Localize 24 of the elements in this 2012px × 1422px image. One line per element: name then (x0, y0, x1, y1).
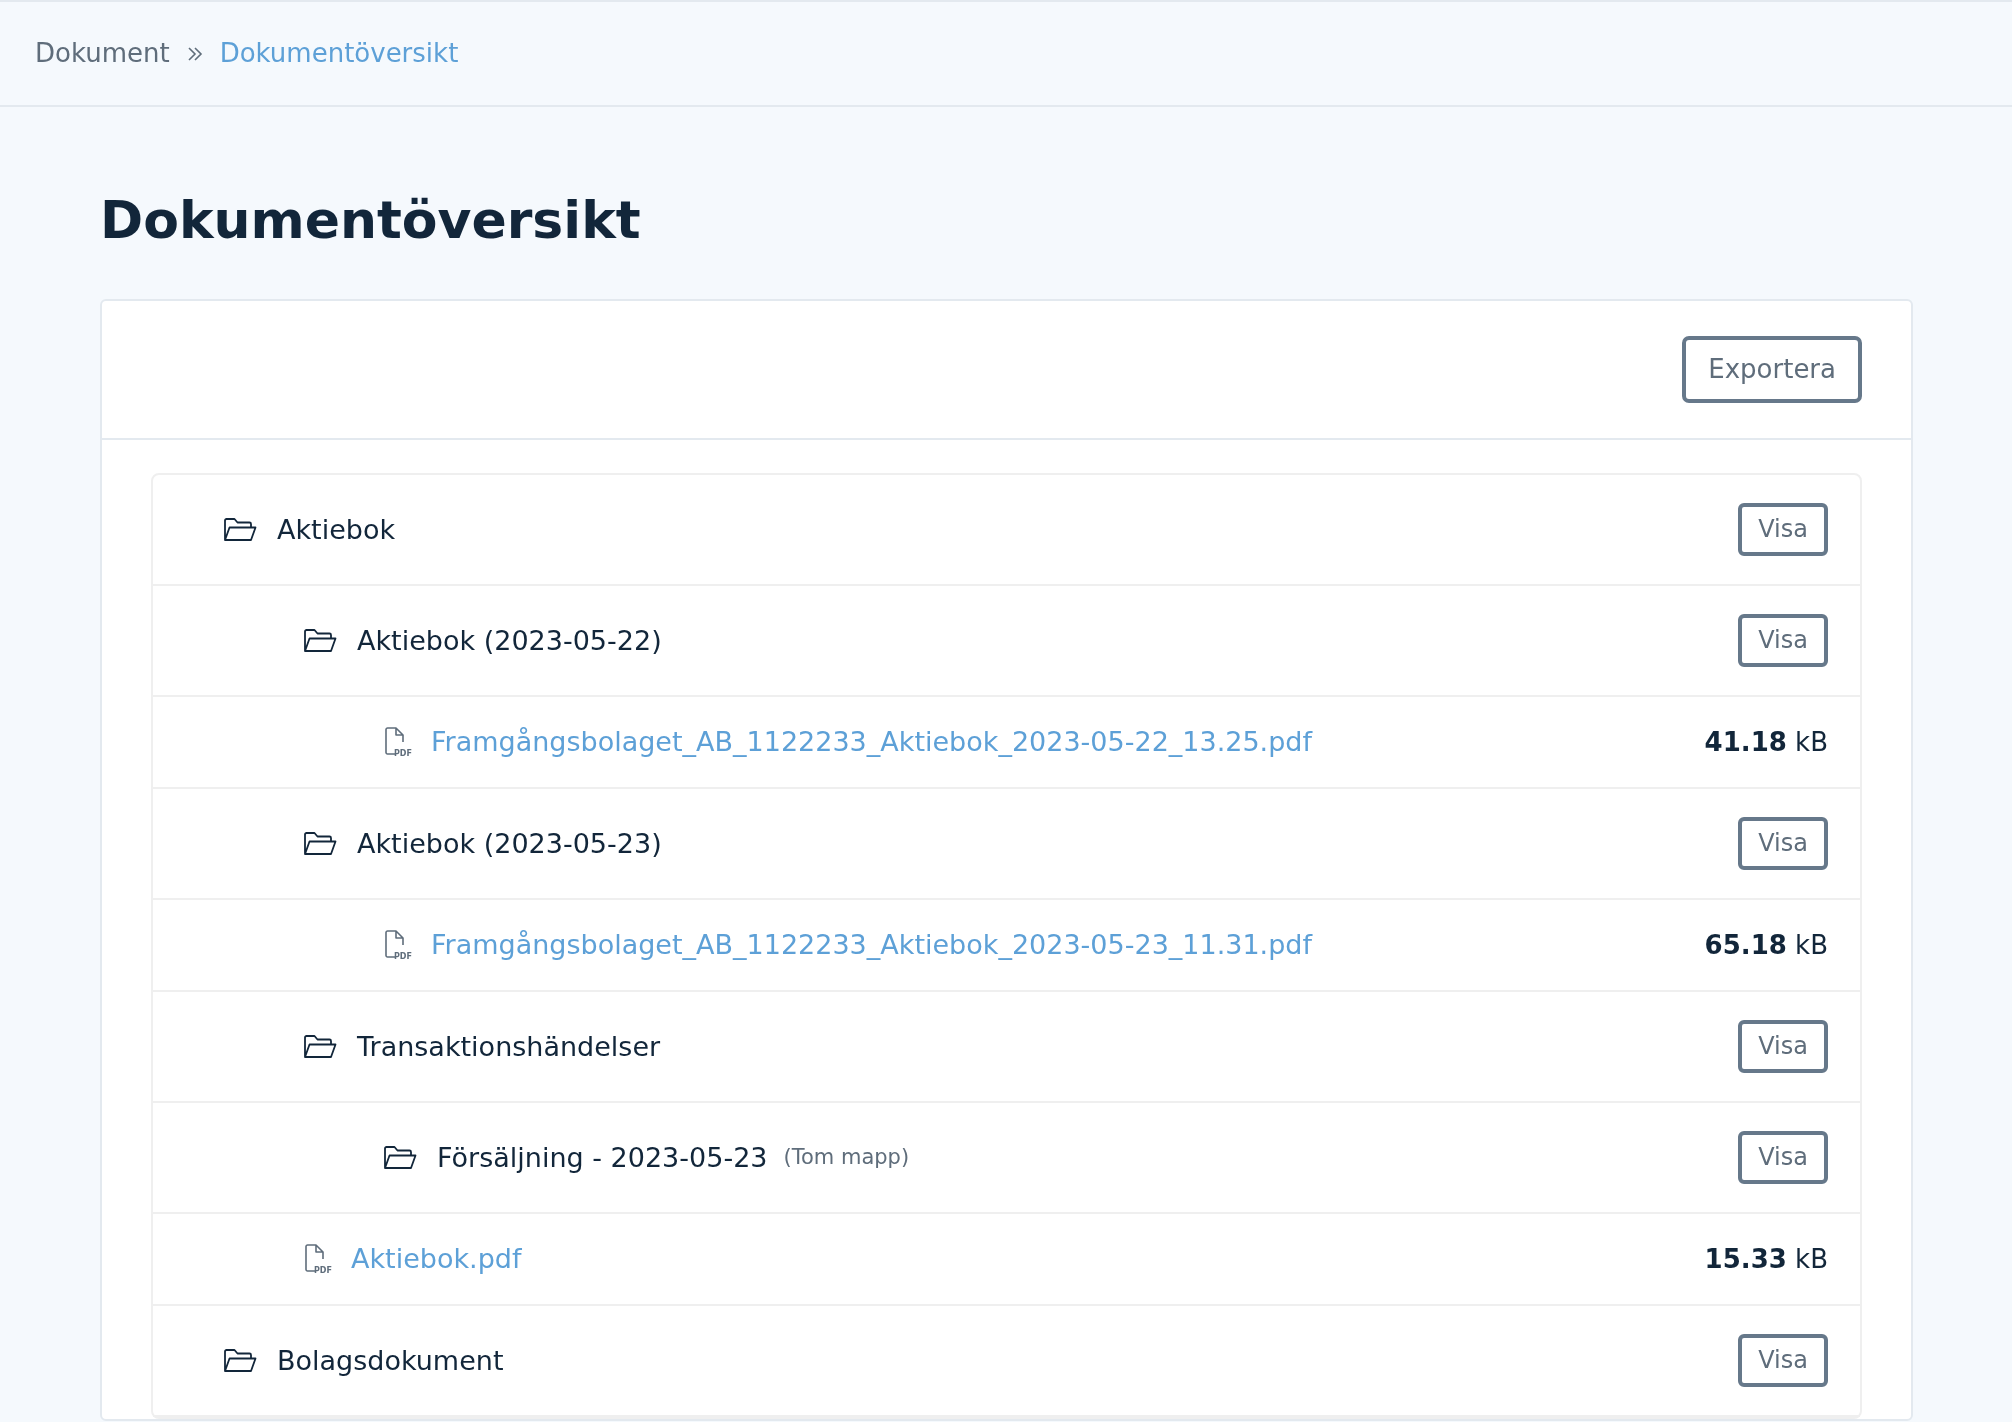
view-button[interactable]: Visa (1738, 614, 1828, 668)
breadcrumb-link[interactable]: Dokumentöversikt (219, 34, 459, 73)
view-button[interactable]: Visa (1738, 1020, 1828, 1074)
file-link[interactable]: Framgångsbolaget_AB_1122233_Aktiebok_2023-05-22_13.25.pdf (431, 722, 1312, 763)
folder-name: Aktiebok (2023-05-23) (357, 826, 662, 861)
empty-folder-note: (Tom mapp) (783, 1144, 910, 1172)
view-button[interactable]: Visa (1738, 503, 1828, 557)
folder-name: Transaktionshändelser (357, 1029, 661, 1064)
file-size: 65.18 kB (1704, 928, 1828, 962)
folder-name: Aktiebok (2023-05-22) (357, 623, 662, 658)
file-link[interactable]: Aktiebok.pdf (351, 1239, 522, 1280)
export-button[interactable]: Exportera (1682, 336, 1862, 404)
folder-name: Aktiebok (277, 512, 396, 547)
view-button[interactable]: Visa (1738, 1131, 1828, 1185)
file-link[interactable]: Framgångsbolaget_AB_1122233_Aktiebok_2023-05-23_11.31.pdf (431, 925, 1312, 966)
folder-name: Försäljning - 2023-05-23 (437, 1140, 768, 1175)
page-title: Dokumentöversikt (100, 189, 642, 252)
view-button[interactable]: Visa (1738, 1334, 1828, 1388)
file-size: 41.18 kB (1704, 725, 1828, 759)
folder-name: Bolagsdokument (277, 1343, 504, 1378)
file-size: 15.33 kB (1704, 1242, 1828, 1276)
double-chevron-icon (185, 44, 204, 63)
view-button[interactable]: Visa (1738, 817, 1828, 871)
breadcrumb-link[interactable]: Dokument (35, 34, 170, 73)
